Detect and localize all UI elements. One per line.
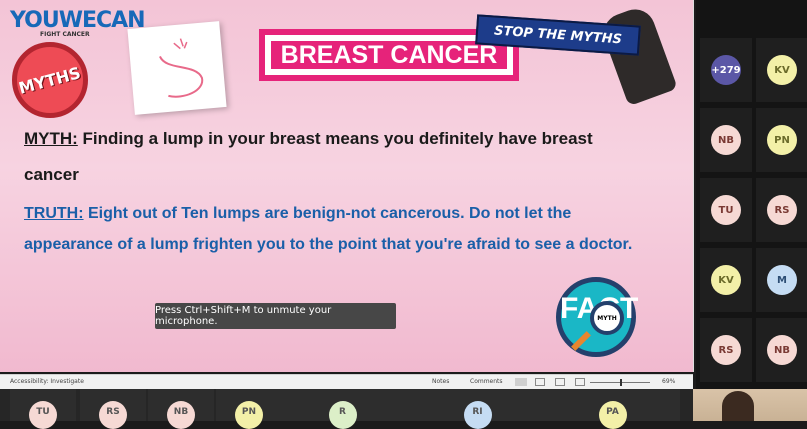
magnifier-text: MYTH xyxy=(597,314,617,322)
bottom-participant-avatar: PN xyxy=(235,401,263,429)
participant-avatar: NB xyxy=(767,335,797,365)
myths-badge: MYTHS xyxy=(12,42,88,118)
normal-view-icon[interactable] xyxy=(515,378,527,386)
magnifier-icon: MYTH xyxy=(590,301,624,335)
participant-avatar: +279 xyxy=(711,55,741,85)
bottom-participant-tile[interactable]: TU xyxy=(10,389,76,429)
slideshow-icon[interactable] xyxy=(575,378,585,386)
participant-tile[interactable]: KV xyxy=(756,38,807,102)
participant-avatar: TU xyxy=(711,195,741,225)
bottom-participant-tile[interactable]: PN xyxy=(216,389,282,429)
participant-strip: TU RS NB PN R RI PA xyxy=(0,389,807,429)
zoom-level[interactable]: 69% xyxy=(662,378,675,385)
bottom-participant-tile[interactable]: PA xyxy=(545,389,680,429)
participant-tile[interactable]: +279 xyxy=(700,38,752,102)
participant-avatar: M xyxy=(767,265,797,295)
myth-text: Finding a lump in your breast means you … xyxy=(77,129,593,148)
participants-panel: +279 KV NB PN TU RS KV M RS NB xyxy=(696,0,807,400)
participant-tile[interactable]: RS xyxy=(756,178,807,242)
truth-label: TRUTH: xyxy=(24,205,84,222)
participant-tile[interactable]: NB xyxy=(700,108,752,172)
bottom-participant-avatar: TU xyxy=(29,401,57,429)
participant-avatar: KV xyxy=(711,265,741,295)
comments-button[interactable]: Comments xyxy=(470,378,503,385)
participant-tile[interactable]: TU xyxy=(700,178,752,242)
youwecan-logo: YOUWECAN xyxy=(10,8,146,33)
myth-label: MYTH: xyxy=(24,129,78,148)
presentation-slide: YOUWECAN FIGHT CANCER MYTHS BREAST CANCE… xyxy=(0,0,694,372)
participant-avatar: KV xyxy=(767,55,797,85)
breast-illustration-poster xyxy=(127,21,227,115)
reading-view-icon[interactable] xyxy=(555,378,565,386)
myth-statement-line-1: MYTH: Finding a lump in your breast mean… xyxy=(24,129,593,149)
unmute-hint-toast: Press Ctrl+Shift+M to unmute your microp… xyxy=(155,303,396,329)
participant-avatar: RS xyxy=(711,335,741,365)
myth-statement-line-2: cancer xyxy=(24,165,79,184)
participant-tile[interactable]: PN xyxy=(756,108,807,172)
bottom-participant-avatar: RI xyxy=(463,401,492,429)
slide-sorter-icon[interactable] xyxy=(535,378,545,386)
bottom-participant-tile[interactable]: RI xyxy=(410,389,545,429)
myths-badge-label: MYTHS xyxy=(16,62,84,98)
bottom-participant-tile[interactable]: R xyxy=(275,389,410,429)
notes-button[interactable]: Notes xyxy=(432,378,449,385)
participant-avatar: RS xyxy=(767,195,797,225)
slide-title: BREAST CANCER xyxy=(271,41,507,69)
bottom-participant-avatar: R xyxy=(328,401,357,429)
bottom-participant-avatar: PA xyxy=(598,401,627,429)
participant-tile[interactable]: M xyxy=(756,248,807,312)
bottom-participant-avatar: NB xyxy=(167,401,195,429)
participant-avatar: PN xyxy=(767,125,797,155)
truth-statement-line-2: appearance of a lump frighten you to the… xyxy=(24,236,633,253)
truth-text: Eight out of Ten lumps are benign-not ca… xyxy=(83,205,572,222)
participant-tile[interactable]: RS xyxy=(700,318,752,382)
truth-statement-line-1: TRUTH: Eight out of Ten lumps are benign… xyxy=(24,205,571,223)
bottom-participant-avatar: RS xyxy=(99,401,127,429)
bottom-participant-tile[interactable]: NB xyxy=(148,389,214,429)
presentation-status-bar: Accessibility: Investigate Notes Comment… xyxy=(0,374,693,390)
participant-video-person xyxy=(722,391,754,421)
zoom-slider-knob[interactable] xyxy=(620,379,622,386)
bottom-participant-tile[interactable]: RS xyxy=(80,389,146,429)
breast-outline-icon xyxy=(159,38,204,98)
participant-tile[interactable]: KV xyxy=(700,248,752,312)
logo-tagline: FIGHT CANCER xyxy=(40,31,90,38)
participant-avatar: NB xyxy=(711,125,741,155)
participant-tile[interactable]: NB xyxy=(756,318,807,382)
accessibility-status[interactable]: Accessibility: Investigate xyxy=(10,378,84,385)
